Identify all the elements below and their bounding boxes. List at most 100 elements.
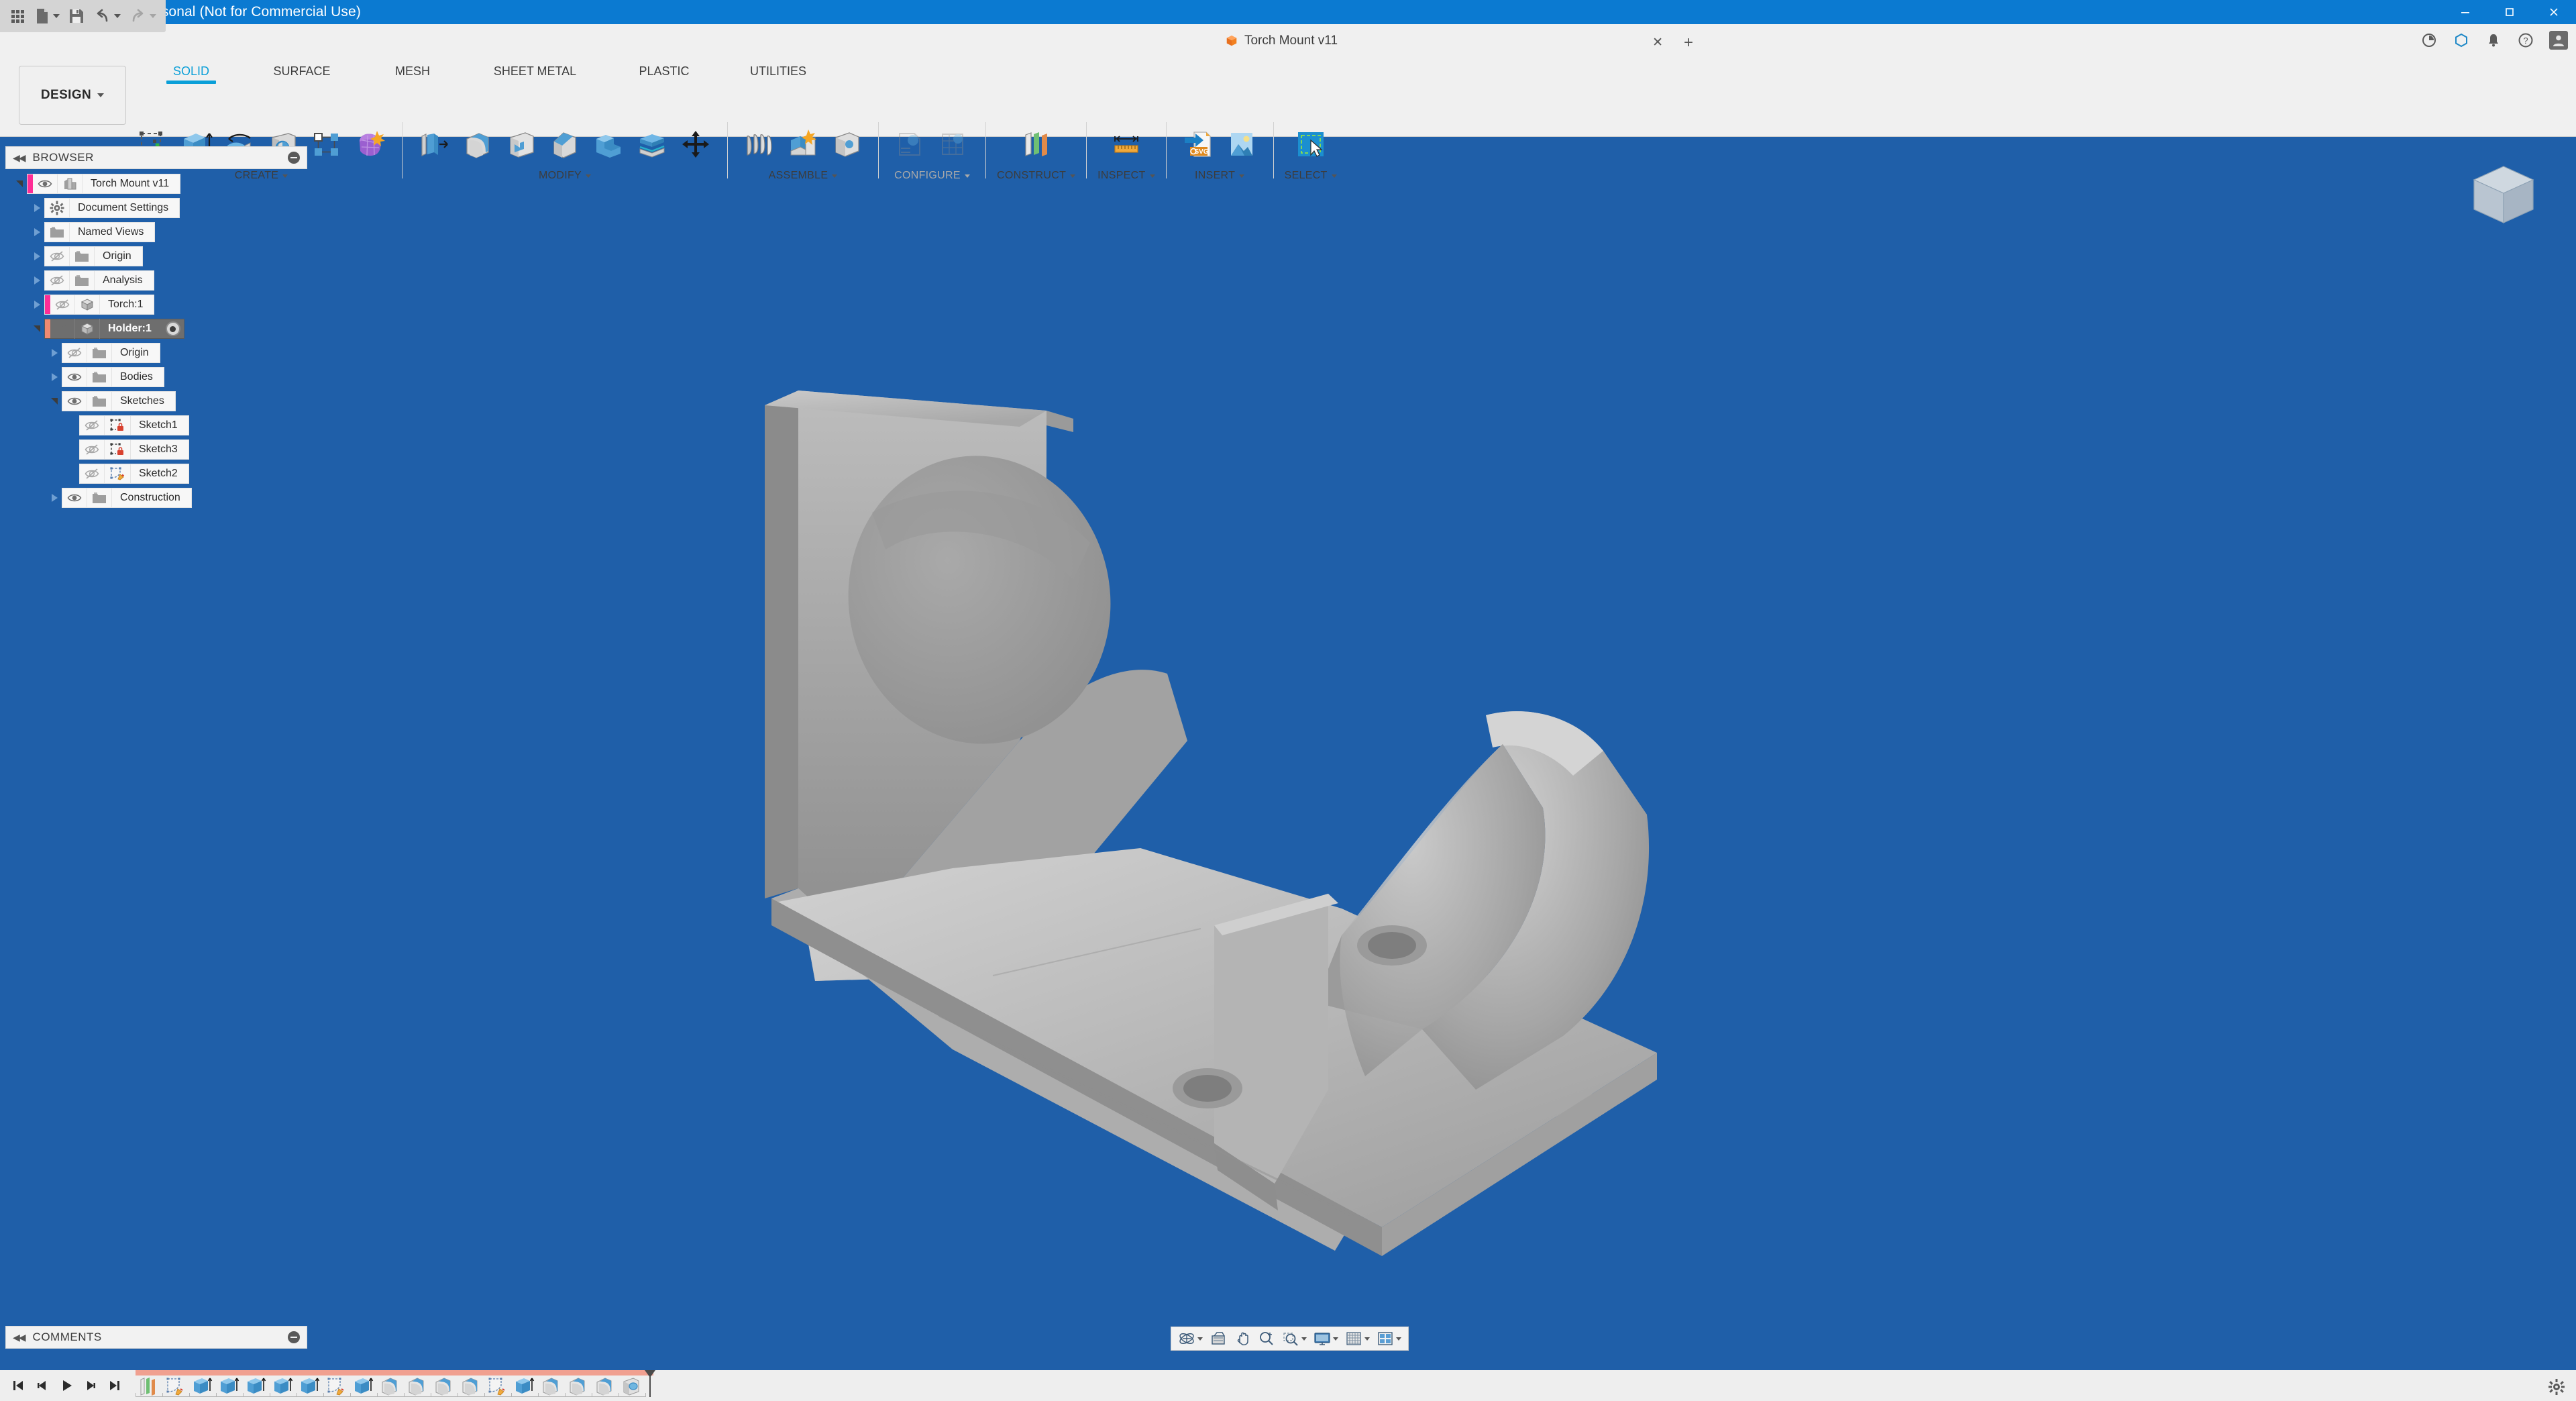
tab-mesh[interactable]: MESH (362, 60, 463, 84)
user-avatar[interactable] (2549, 31, 2568, 50)
expand-arrow-icon[interactable] (30, 293, 44, 317)
rectangular-pattern-tool[interactable] (306, 122, 347, 166)
browser-node-row[interactable]: Holder:1 (44, 319, 184, 339)
configure-table-tool[interactable] (933, 122, 975, 166)
browser-node-row[interactable]: Origin (44, 246, 143, 266)
collapse-arrow-icon[interactable] (12, 172, 27, 196)
timeline-track[interactable] (136, 1370, 655, 1401)
browser-node-bodies[interactable]: Bodies (5, 365, 321, 389)
timeline-feature-fillet[interactable] (565, 1376, 590, 1396)
orbit-button[interactable] (1175, 1329, 1205, 1349)
play-button[interactable] (55, 1374, 78, 1397)
timeline-feature-fillet[interactable] (458, 1376, 483, 1396)
collapse-arrow-icon[interactable] (47, 389, 62, 413)
activate-component-radio[interactable] (165, 321, 180, 336)
timeline-feature-fillet[interactable] (377, 1376, 402, 1396)
visibility-toggle[interactable] (80, 415, 105, 435)
tab-plastic[interactable]: PLASTIC (607, 60, 721, 84)
save-button[interactable] (64, 3, 89, 30)
panel-construct-label[interactable]: CONSTRUCT (997, 170, 1076, 182)
insert-svg-tool[interactable]: SVG (1177, 122, 1219, 166)
help-icon[interactable]: ? (2517, 32, 2534, 49)
visibility-toggle[interactable] (45, 246, 70, 266)
viewport-layout-button[interactable] (1374, 1329, 1404, 1349)
browser-node-document-settings[interactable]: Document Settings (5, 196, 321, 220)
minimize-button[interactable] (2443, 0, 2487, 24)
browser-node-row[interactable]: Document Settings (44, 198, 180, 218)
step-back-button[interactable] (31, 1374, 54, 1397)
browser-node-row[interactable]: Sketch2 (79, 464, 189, 484)
visibility-toggle[interactable] (62, 343, 87, 363)
chevron-down-icon[interactable] (150, 14, 156, 18)
create-form-tool[interactable] (350, 122, 391, 166)
canvas-viewport[interactable] (0, 137, 2576, 1357)
display-settings-button[interactable] (1311, 1329, 1341, 1349)
notifications-bell-icon[interactable] (2485, 32, 2502, 49)
timeline-feature-fillet[interactable] (592, 1376, 617, 1396)
browser-node-sketch3[interactable]: Sketch3 (5, 437, 321, 462)
combine-tool[interactable] (588, 122, 629, 166)
timeline-feature-sketch[interactable] (323, 1376, 349, 1396)
press-pull-tool[interactable] (413, 122, 455, 166)
offset-plane-tool[interactable] (1016, 122, 1057, 166)
workspace-selector[interactable]: DESIGN (19, 66, 126, 125)
timeline-feature-plane[interactable] (136, 1376, 161, 1396)
browser-node-torch-mount-v11[interactable]: Torch Mount v11 (5, 172, 321, 196)
visibility-toggle[interactable] (50, 295, 75, 315)
new-file-button[interactable] (30, 3, 64, 30)
close-document-tab-button[interactable]: ✕ (1652, 35, 1663, 50)
timeline-feature-extrude[interactable] (350, 1376, 376, 1396)
undo-button[interactable] (89, 3, 125, 30)
browser-node-holder-1[interactable]: Holder:1 (5, 317, 321, 341)
fillet-tool[interactable] (457, 122, 498, 166)
chevron-down-icon[interactable] (1301, 1337, 1307, 1341)
visibility-toggle[interactable] (62, 391, 87, 411)
browser-node-sketches[interactable]: Sketches (5, 389, 321, 413)
new-component-tool[interactable] (739, 122, 780, 166)
chevron-down-icon[interactable] (1333, 1337, 1338, 1341)
chevron-down-icon[interactable] (1197, 1337, 1203, 1341)
timeline-feature-extrude[interactable] (189, 1376, 215, 1396)
timeline-feature-extrude[interactable] (297, 1376, 322, 1396)
split-body-tool[interactable] (631, 122, 673, 166)
visibility-toggle[interactable] (33, 174, 58, 194)
go-to-beginning-button[interactable] (7, 1374, 30, 1397)
chamfer-tool[interactable] (544, 122, 586, 166)
browser-node-construction[interactable]: Construction (5, 486, 321, 510)
browser-node-torch-1[interactable]: Torch:1 (5, 293, 321, 317)
measure-tool[interactable] (1106, 122, 1147, 166)
timeline-feature-extrude[interactable] (216, 1376, 241, 1396)
expand-arrow-icon[interactable] (30, 268, 44, 293)
collapse-comments-button[interactable]: ◀◀ (13, 1332, 25, 1343)
tab-sheet-metal[interactable]: SHEET METAL (463, 60, 607, 84)
browser-node-row[interactable]: Analysis (44, 270, 154, 291)
browser-node-row[interactable]: Construction (62, 488, 192, 508)
document-tab[interactable]: Torch Mount v11 ✕ + (1204, 25, 1693, 56)
zoom-button[interactable] (1255, 1329, 1278, 1349)
tab-solid[interactable]: SOLID (141, 60, 241, 84)
chevron-down-icon[interactable] (53, 14, 60, 18)
job-status-icon[interactable] (2420, 32, 2438, 49)
canvas-tool[interactable] (1221, 122, 1263, 166)
browser-collapse-all-button[interactable] (288, 152, 300, 164)
visibility-toggle[interactable] (45, 270, 70, 291)
shell-tool[interactable] (500, 122, 542, 166)
timeline-feature-hole[interactable] (619, 1376, 644, 1396)
browser-node-row[interactable]: Torch Mount v11 (27, 174, 181, 194)
collapse-browser-button[interactable]: ◀◀ (13, 152, 25, 164)
browser-node-row[interactable]: Origin (62, 343, 160, 363)
browser-node-row[interactable]: Bodies (62, 367, 164, 387)
visibility-toggle[interactable] (50, 319, 75, 339)
timeline-feature-fillet[interactable] (538, 1376, 564, 1396)
browser-node-named-views[interactable]: Named Views (5, 220, 321, 244)
timeline-feature-extrude[interactable] (511, 1376, 537, 1396)
comments-collapse-button[interactable] (288, 1331, 300, 1343)
browser-node-row[interactable]: Sketches (62, 391, 176, 411)
app-grid-button[interactable] (5, 3, 30, 30)
move-copy-tool[interactable] (675, 122, 716, 166)
look-at-button[interactable] (1207, 1329, 1230, 1349)
browser-node-origin[interactable]: Origin (5, 244, 321, 268)
configure-design-tool[interactable] (890, 122, 931, 166)
step-forward-button[interactable] (79, 1374, 102, 1397)
browser-node-analysis[interactable]: Analysis (5, 268, 321, 293)
